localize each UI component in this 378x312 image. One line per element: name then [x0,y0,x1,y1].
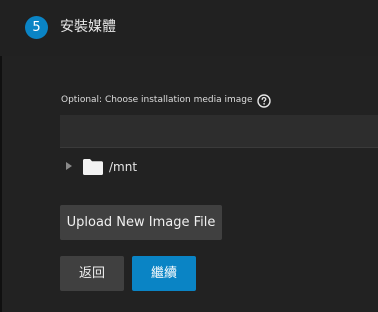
next-button[interactable]: 繼續 [132,256,196,291]
chevron-right-icon[interactable] [66,162,72,170]
media-path-input[interactable] [60,115,378,148]
upload-new-image-button[interactable]: Upload New Image File [60,205,222,240]
step-number-badge: 5 [25,16,48,39]
installation-media-label: Optional: Choose installation media imag… [61,95,253,105]
help-circle-icon[interactable] [257,94,271,108]
step-title: 安裝媒體 [60,19,116,35]
tree-node-mnt[interactable]: /mnt [60,155,378,179]
back-button[interactable]: 返回 [60,256,124,291]
wizard-page: 5 安裝媒體 Optional: Choose installation med… [0,0,378,312]
folder-icon [83,159,103,175]
step-header: 5 安裝媒體 [0,0,378,56]
tree-node-label: /mnt [109,160,138,174]
